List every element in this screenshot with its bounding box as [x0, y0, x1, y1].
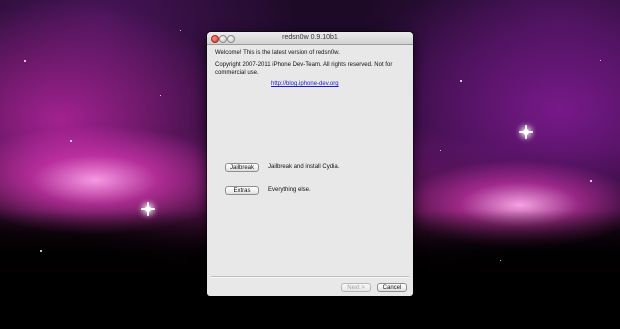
bright-star-icon	[141, 202, 155, 216]
star	[440, 150, 441, 151]
extras-button[interactable]: Extras	[225, 186, 259, 195]
star	[24, 60, 26, 62]
extras-description: Everything else.	[268, 187, 311, 193]
window-titlebar[interactable]: redsn0w 0.9.10b1	[207, 32, 413, 45]
star	[160, 95, 161, 96]
welcome-text: Welcome! This is the latest version of r…	[215, 50, 340, 56]
star	[40, 250, 42, 252]
star	[500, 260, 501, 261]
star	[590, 180, 592, 182]
star	[460, 80, 462, 82]
blog-link[interactable]: http://blog.iphone-dev.org	[271, 81, 339, 89]
jailbreak-description: Jailbreak and install Cydia.	[268, 164, 340, 170]
star	[180, 30, 181, 31]
jailbreak-button[interactable]: Jailbreak	[225, 163, 259, 172]
installer-window: redsn0w 0.9.10b1 Welcome! This is the la…	[207, 32, 413, 296]
footer-divider	[211, 276, 409, 278]
next-button[interactable]: Next >	[341, 283, 371, 292]
window-title: redsn0w 0.9.10b1	[282, 34, 338, 41]
cancel-button[interactable]: Cancel	[377, 283, 407, 292]
star	[70, 140, 72, 142]
bright-star-icon	[519, 125, 533, 139]
star	[600, 60, 601, 61]
copyright-text: Copyright 2007-2011 iPhone Dev-Team. All…	[215, 62, 393, 76]
window-content: Welcome! This is the latest version of r…	[207, 45, 413, 296]
